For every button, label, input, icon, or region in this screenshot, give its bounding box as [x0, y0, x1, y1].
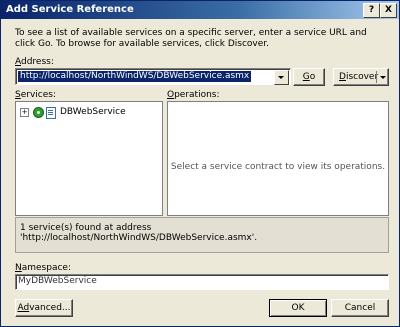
title-bar: Add Service Reference ? X — [1, 1, 399, 19]
web-service-page-icon — [46, 107, 56, 119]
status-text: 1 service(s) found at address 'http://lo… — [20, 223, 258, 243]
namespace-input[interactable]: MyDBWebService — [15, 274, 389, 290]
tree-item-label: DBWebService — [60, 107, 126, 117]
address-value[interactable]: http://localhost/NorthWindWS/DBWebServic… — [18, 71, 252, 82]
discover-dropdown-arrow-icon[interactable] — [380, 76, 386, 79]
operations-panel[interactable]: Select a service contract to view its op… — [167, 101, 389, 216]
services-tree[interactable]: + DBWebService — [15, 101, 163, 216]
address-combobox[interactable]: http://localhost/NorthWindWS/DBWebServic… — [15, 68, 291, 85]
operations-label: Operations: — [167, 90, 220, 100]
service-icon — [33, 107, 44, 118]
namespace-label: Namespace: — [15, 263, 71, 273]
window-title: Add Service Reference — [6, 4, 134, 15]
address-dropdown-button[interactable] — [274, 70, 289, 85]
add-service-reference-dialog: Add Service Reference ? X To see a list … — [0, 0, 400, 327]
namespace-value[interactable]: MyDBWebService — [18, 276, 97, 286]
go-button[interactable]: Go — [293, 68, 325, 86]
tree-item-dbwebservice[interactable]: + DBWebService — [20, 107, 140, 119]
address-label: Address: — [15, 57, 54, 67]
advanced-button[interactable]: Advanced... — [15, 299, 73, 317]
discover-button[interactable]: Discover — [333, 68, 389, 86]
ok-button[interactable]: OK — [269, 299, 327, 317]
help-button[interactable]: ? — [363, 3, 380, 18]
cancel-button[interactable]: Cancel — [331, 299, 389, 317]
close-button[interactable]: X — [380, 3, 397, 18]
operations-hint: Select a service contract to view its op… — [170, 162, 386, 172]
status-area: 1 service(s) found at address 'http://lo… — [15, 217, 389, 253]
description-text: To see a list of available services on a… — [15, 28, 367, 49]
discover-split-separator — [376, 71, 377, 83]
services-label: Services: — [15, 90, 56, 100]
expand-icon[interactable]: + — [20, 108, 29, 117]
